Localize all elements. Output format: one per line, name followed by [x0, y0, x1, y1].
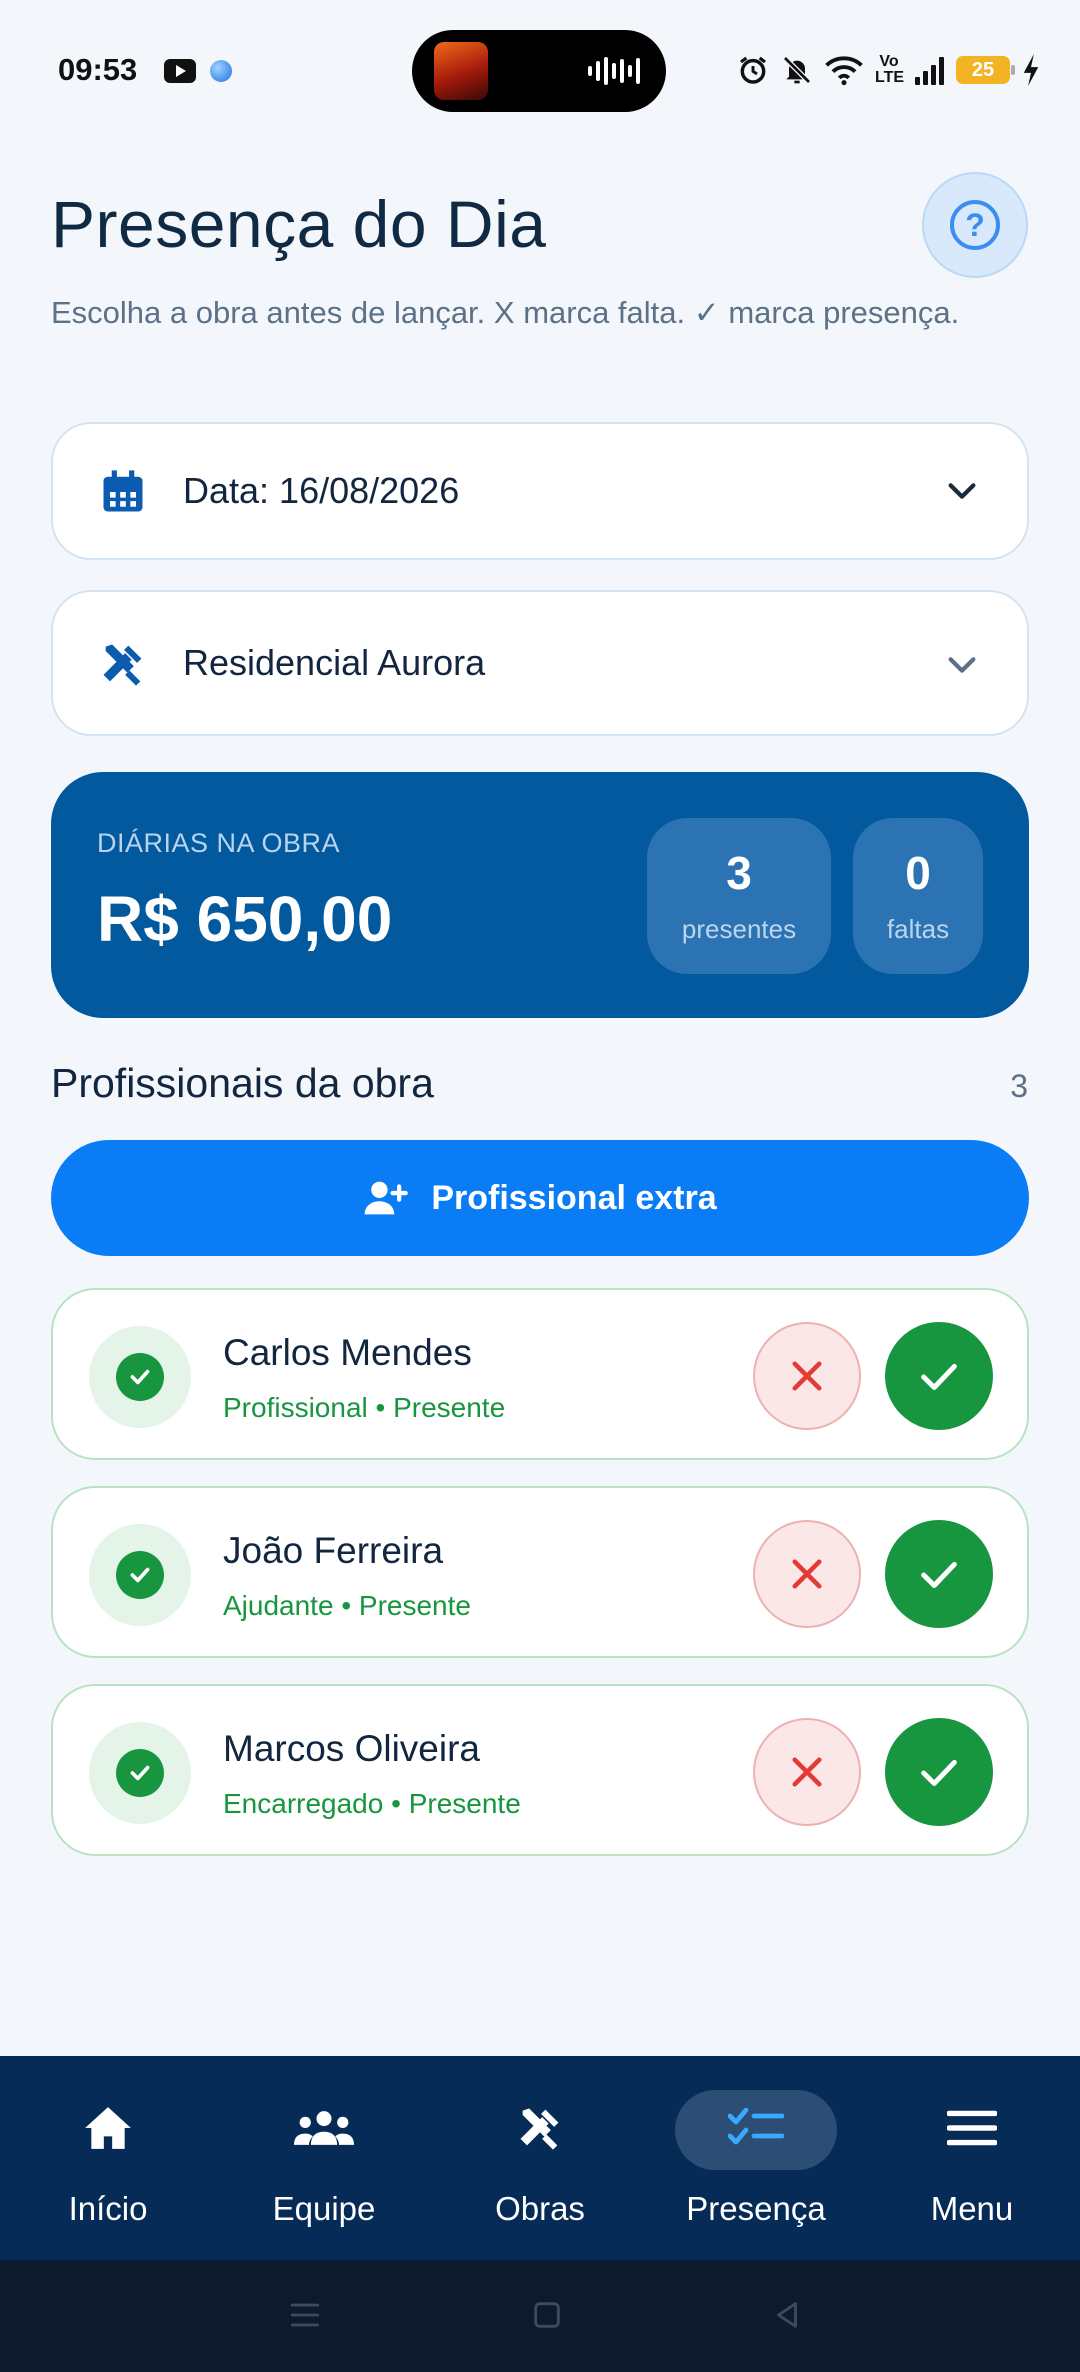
- extra-button-label: Profissional extra: [431, 1178, 717, 1217]
- worker-meta: Ajudante • Presente: [223, 1590, 471, 1621]
- tools-icon: [510, 2102, 570, 2154]
- bottom-nav: Início Equipe Obras Presença Menu: [0, 2056, 1080, 2260]
- nav-label: Equipe: [272, 2190, 376, 2227]
- app-dot-icon: [210, 60, 232, 82]
- worker-meta: Profissional • Presente: [223, 1392, 506, 1423]
- check-circle-icon: [116, 1551, 164, 1599]
- status-bar: 09:53 Vo LTE 25: [0, 0, 1080, 140]
- section-count: 3: [1010, 1068, 1028, 1104]
- close-icon: [792, 1757, 822, 1787]
- section-title: Profissionais da obra: [51, 1060, 434, 1106]
- mute-icon: [783, 56, 811, 84]
- check-icon: [921, 1561, 957, 1588]
- worker-card: Marcos Oliveira Encarregado • Presente: [51, 1684, 1029, 1856]
- worker-card: Carlos Mendes Profissional • Presente: [51, 1288, 1029, 1460]
- worker-card: João Ferreira Ajudante • Presente: [51, 1486, 1029, 1658]
- worker-meta: Encarregado • Presente: [223, 1788, 521, 1819]
- add-user-icon: [364, 1181, 409, 1215]
- tools-icon: [103, 644, 142, 686]
- close-icon: [792, 1361, 822, 1391]
- help-button[interactable]: ?: [922, 172, 1028, 278]
- worker-name: Carlos Mendes: [223, 1332, 472, 1373]
- system-nav-bar: [0, 2260, 1080, 2372]
- menu-icon: [942, 2102, 1002, 2154]
- chevron-down-icon: [948, 657, 976, 673]
- alarm-icon: [740, 56, 766, 84]
- mark-absent-button[interactable]: [753, 1322, 861, 1430]
- mark-absent-button[interactable]: [753, 1718, 861, 1826]
- home-button-icon[interactable]: [530, 2298, 564, 2332]
- question-icon: ?: [950, 200, 1000, 250]
- check-icon: [921, 1759, 957, 1786]
- close-icon: [792, 1559, 822, 1589]
- summary-value: R$ 650,00: [97, 883, 393, 955]
- recent-apps-icon[interactable]: [288, 2298, 322, 2332]
- date-selector[interactable]: Data: 16/08/2026: [51, 422, 1029, 560]
- present-stat: 3 presentes: [647, 818, 831, 974]
- wifi-icon: [825, 56, 863, 86]
- mark-present-button[interactable]: [885, 1718, 993, 1826]
- worker-name: João Ferreira: [223, 1530, 444, 1571]
- back-icon[interactable]: [770, 2298, 804, 2332]
- dynamic-island[interactable]: [412, 30, 666, 112]
- media-thumbnail: [434, 42, 488, 100]
- worker-status-avatar: [89, 1524, 191, 1626]
- nav-label: Obras: [495, 2190, 585, 2227]
- add-extra-worker-button[interactable]: Profissional extra: [51, 1140, 1029, 1256]
- check-icon: [921, 1363, 957, 1390]
- present-label: presentes: [681, 914, 797, 944]
- page-title: Presença do Dia: [51, 187, 547, 261]
- summary-card: DIÁRIAS NA OBRA R$ 650,00 3 presentes 0 …: [51, 772, 1029, 1018]
- team-icon: [294, 2102, 354, 2154]
- battery-icon: 25: [956, 56, 1015, 84]
- page-subtitle: Escolha a obra antes de lançar. X marca …: [51, 295, 960, 330]
- nav-label: Início: [68, 2190, 148, 2227]
- date-label: Data: 16/08/2026: [183, 470, 460, 511]
- site-selector[interactable]: Residencial Aurora: [51, 590, 1029, 736]
- absent-label: faltas: [886, 914, 950, 944]
- absent-stat: 0 faltas: [853, 818, 983, 974]
- nav-label: Presença: [686, 2190, 826, 2227]
- nav-item-equipe[interactable]: Equipe: [216, 2056, 432, 2260]
- home-icon: [78, 2102, 138, 2154]
- worker-status-avatar: [89, 1722, 191, 1824]
- audio-wave-icon: [588, 56, 640, 86]
- calendar-icon: [103, 470, 143, 512]
- mark-present-button[interactable]: [885, 1322, 993, 1430]
- summary-label: DIÁRIAS NA OBRA: [97, 828, 341, 858]
- mark-present-button[interactable]: [885, 1520, 993, 1628]
- charging-icon: [1023, 54, 1039, 86]
- worker-name: Marcos Oliveira: [223, 1728, 480, 1769]
- site-label: Residencial Aurora: [183, 642, 486, 683]
- nav-item-obras[interactable]: Obras: [432, 2056, 648, 2260]
- worker-status-avatar: [89, 1326, 191, 1428]
- check-circle-icon: [116, 1749, 164, 1797]
- network-label: Vo LTE: [875, 53, 905, 86]
- youtube-icon: [164, 59, 196, 83]
- signal-icon: [915, 55, 944, 85]
- nav-label: Menu: [930, 2190, 1014, 2227]
- chevron-down-icon: [948, 483, 976, 499]
- mark-absent-button[interactable]: [753, 1520, 861, 1628]
- check-circle-icon: [116, 1353, 164, 1401]
- absent-count: 0: [905, 847, 931, 899]
- checklist-icon: [726, 2102, 786, 2154]
- present-count: 3: [726, 847, 752, 899]
- nav-item-inicio[interactable]: Início: [0, 2056, 216, 2260]
- nav-item-menu[interactable]: Menu: [864, 2056, 1080, 2260]
- status-time: 09:53: [58, 52, 138, 87]
- status-icons: Vo LTE 25: [737, 50, 1040, 90]
- nav-item-presenca[interactable]: Presença: [648, 2056, 864, 2260]
